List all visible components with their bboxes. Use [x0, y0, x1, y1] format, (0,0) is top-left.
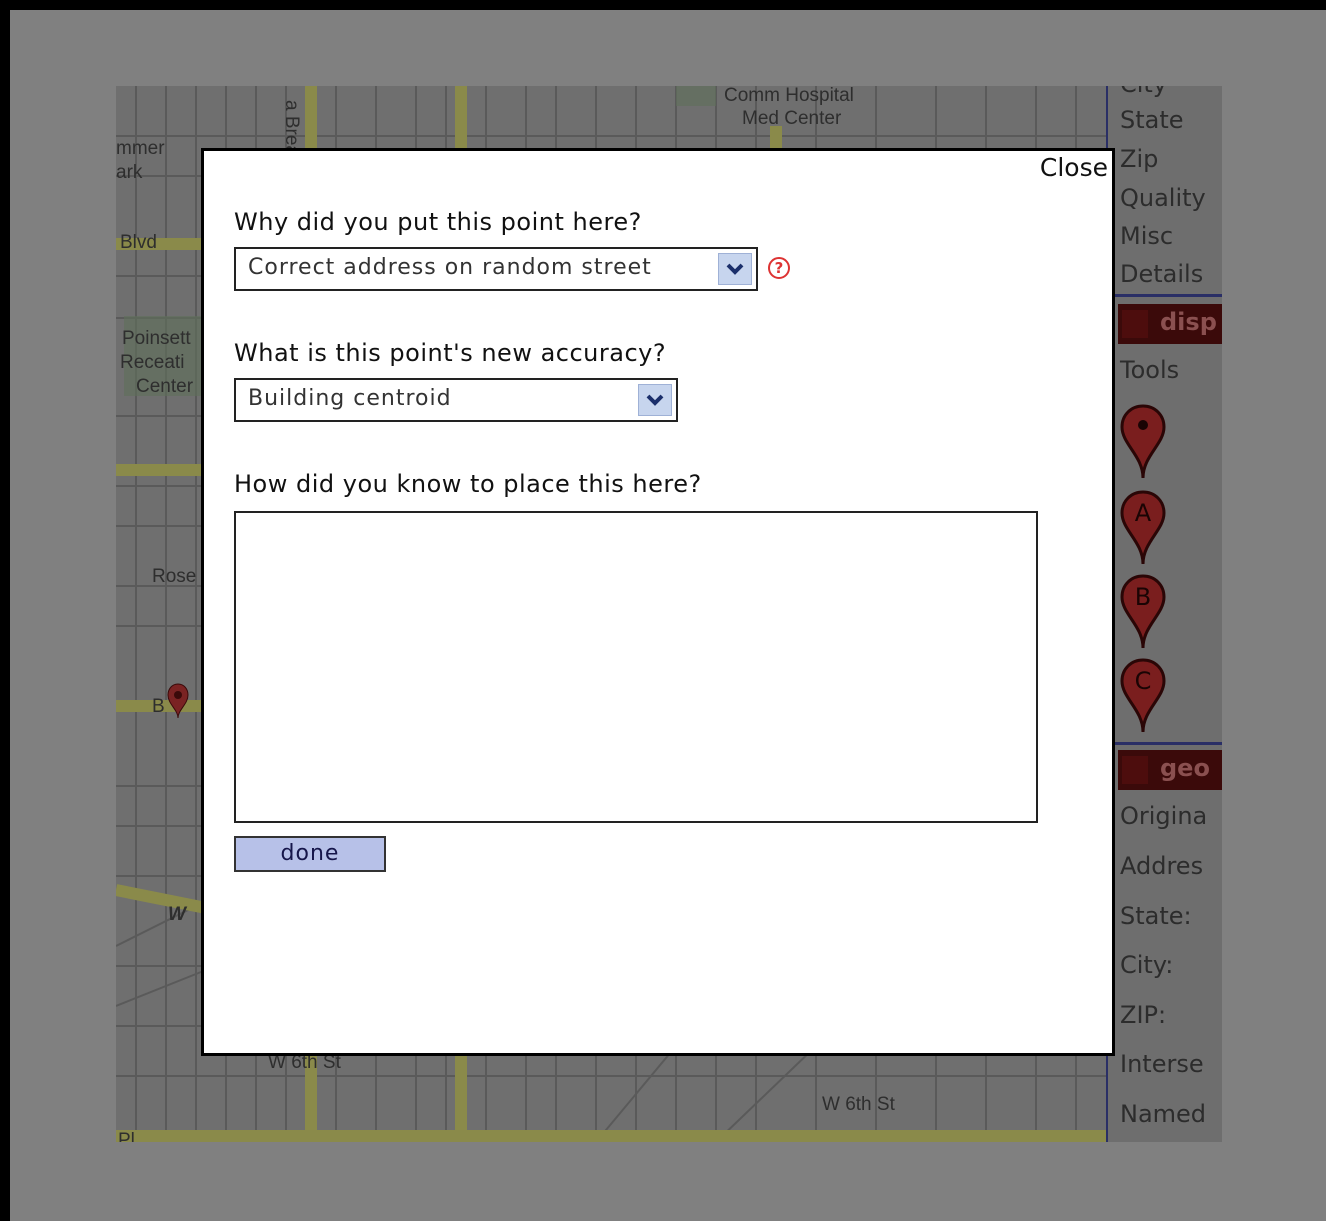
panel-header-display-label: disp	[1160, 308, 1217, 336]
map-label-park1: mmer	[116, 138, 165, 159]
panel-row-address: Addres	[1120, 852, 1204, 880]
marker-plain-icon[interactable]	[1120, 404, 1166, 480]
map-label-park2: ark	[116, 162, 143, 183]
map-label-w6th-right: W 6th St	[822, 1094, 895, 1115]
explanation-textarea[interactable]	[234, 511, 1038, 823]
marker-a-letter: A	[1135, 499, 1152, 527]
map-label-w: W	[168, 904, 186, 925]
map-label-bottom: Pl	[118, 1130, 135, 1142]
panel-row-original: Origina	[1120, 802, 1208, 830]
panel-header-geo[interactable]: geo	[1118, 750, 1222, 790]
panel-row-city2: City:	[1120, 951, 1174, 979]
map-label-poinsett: Poinsett	[122, 328, 191, 349]
map-label-center: Center	[136, 376, 194, 397]
panel-row-misc: Misc	[1120, 222, 1174, 250]
accuracy-select[interactable]: Building centroid	[234, 378, 678, 422]
marker-a-icon[interactable]: A	[1120, 490, 1166, 566]
edit-point-dialog: Close Why did you put this point here? C…	[201, 148, 1115, 1056]
panel-row-zip: Zip	[1120, 145, 1159, 173]
question-why: Why did you put this point here?	[234, 208, 642, 236]
panel-row-quality: Quality	[1120, 184, 1206, 212]
panel-row-state2: State:	[1120, 902, 1192, 930]
map-label-blvd: Blvd	[120, 232, 157, 253]
map-label-hospital: Comm Hospital	[724, 86, 854, 106]
chevron-down-icon[interactable]	[718, 253, 752, 285]
collapse-icon[interactable]	[1122, 310, 1148, 338]
panel-header-geo-label: geo	[1160, 754, 1210, 782]
done-button[interactable]: done	[234, 836, 386, 872]
panel-header-display[interactable]: disp	[1118, 304, 1222, 344]
map-label-blvd2: B	[152, 696, 165, 717]
collapse-icon[interactable]	[1122, 756, 1148, 784]
panel-divider	[1108, 294, 1222, 297]
help-icon[interactable]: ?	[768, 257, 790, 279]
panel-row-intersection: Interse	[1120, 1050, 1204, 1078]
panel-divider	[1108, 742, 1222, 745]
accuracy-select-value: Building centroid	[248, 386, 452, 411]
panel-row-details: Details	[1120, 260, 1204, 288]
map-label-rose: Rose	[152, 566, 197, 587]
map-label-recreation: Receati	[120, 352, 185, 373]
marker-b-icon[interactable]: B	[1120, 574, 1166, 650]
question-accuracy: What is this point's new accuracy?	[234, 339, 667, 367]
question-how: How did you know to place this here?	[234, 470, 702, 498]
panel-row-state: State	[1120, 106, 1184, 134]
side-panel: City State Zip Quality Misc Details disp…	[1106, 86, 1222, 1142]
reason-select-value: Correct address on random street	[248, 255, 652, 280]
close-link[interactable]: Close	[1040, 153, 1108, 182]
panel-row-named: Named	[1120, 1100, 1207, 1128]
marker-c-letter: C	[1135, 667, 1152, 695]
chevron-down-icon[interactable]	[638, 384, 672, 416]
marker-b-letter: B	[1135, 583, 1151, 611]
map-label-med-center: Med Center	[742, 108, 842, 129]
reason-select[interactable]: Correct address on random street	[234, 247, 758, 291]
panel-row-zip2: ZIP:	[1120, 1001, 1167, 1029]
panel-tools-label: Tools	[1120, 356, 1180, 384]
panel-row-city: City	[1120, 86, 1167, 98]
marker-c-icon[interactable]: C	[1120, 658, 1166, 734]
